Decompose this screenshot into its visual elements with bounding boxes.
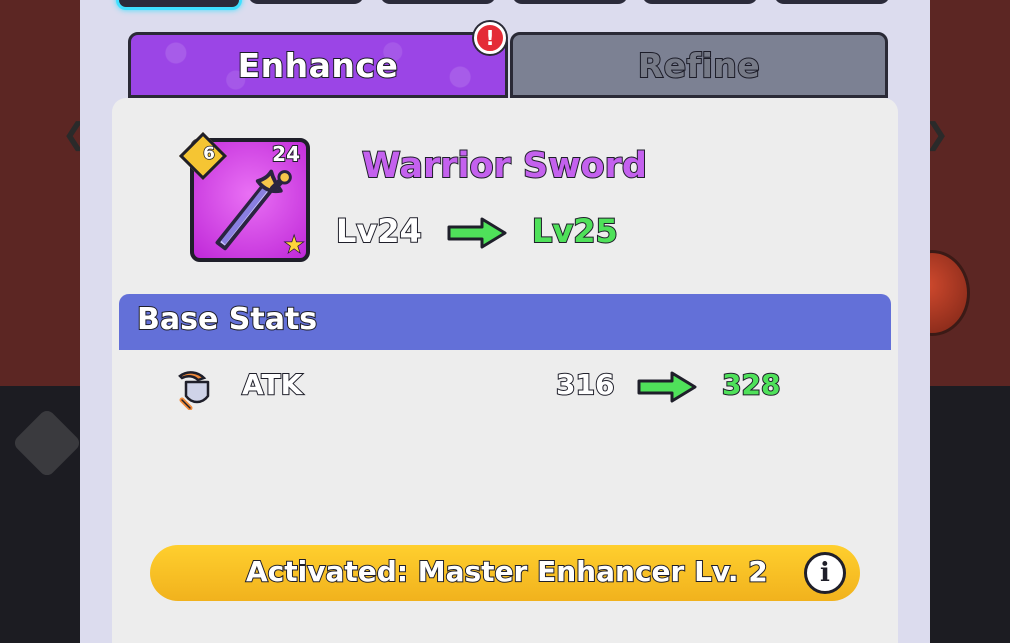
- arrow-right-icon: [447, 217, 507, 249]
- base-stats-title: Base Stats: [136, 301, 318, 338]
- top-tab-3[interactable]: [380, 0, 496, 4]
- rank-value: 6: [202, 143, 215, 165]
- stat-name: ATK: [241, 367, 303, 402]
- item-card[interactable]: 6 24 ★: [178, 131, 310, 262]
- level-to: Lv25: [531, 211, 619, 251]
- activated-bonus-bar: Activated: Master Enhancer Lv. 2 i: [150, 545, 860, 601]
- top-tab-4[interactable]: [512, 0, 628, 4]
- star-icon: ★: [284, 232, 305, 259]
- top-tab-6[interactable]: [774, 0, 890, 4]
- background-left: [0, 0, 80, 643]
- enhance-panel: Enhance Refine ! 6 24 ★ Warrior Sword Lv…: [80, 0, 930, 643]
- top-tab-1[interactable]: [116, 0, 242, 10]
- top-tab-2[interactable]: [248, 0, 364, 4]
- activated-bonus-text: Activated: Master Enhancer Lv. 2: [245, 554, 769, 589]
- tab-enhance[interactable]: Enhance: [128, 32, 508, 98]
- stat-row: ATK 316 328: [112, 360, 898, 416]
- content-area: 6 24 ★ Warrior Sword Lv24 Lv25 Base Stat…: [112, 98, 898, 643]
- tab-enhance-label: Enhance: [237, 45, 399, 86]
- stat-value-from: 316: [555, 367, 615, 402]
- item-name: Warrior Sword: [361, 145, 648, 187]
- stat-arrow-right-icon: [637, 371, 697, 403]
- stat-value-to: 328: [721, 367, 781, 402]
- tab-refine[interactable]: Refine: [510, 32, 888, 98]
- tab-refine-label: Refine: [637, 45, 761, 86]
- level-from: Lv24: [335, 211, 423, 251]
- info-icon[interactable]: i: [804, 552, 846, 594]
- top-tab-5[interactable]: [642, 0, 758, 4]
- base-stats-header: Base Stats: [119, 294, 891, 350]
- game-screen: ❮ ❯ Enhance Refine ! 6 24 ★ Warrior Swor…: [0, 0, 1010, 643]
- alert-icon: !: [474, 22, 506, 54]
- attack-icon: [178, 371, 210, 410]
- item-level: 24: [271, 141, 301, 167]
